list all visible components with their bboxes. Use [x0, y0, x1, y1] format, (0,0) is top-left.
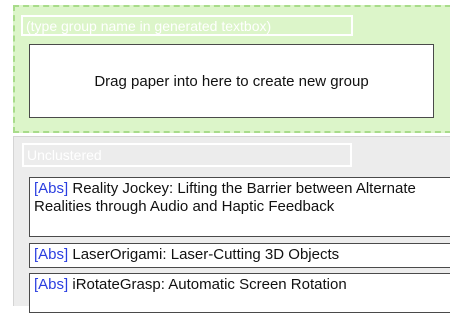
abstract-link[interactable]: [Abs]	[34, 180, 68, 197]
paper-title: Reality Jockey: Lifting the Barrier betw…	[34, 180, 416, 215]
unclustered-group-panel: [Abs] Reality Jockey: Lifting the Barrie…	[13, 136, 450, 313]
paper-card[interactable]: [Abs] iRotateGrasp: Automatic Screen Rot…	[29, 273, 450, 313]
new-group-drop-target[interactable]: Drag paper into here to create new group	[29, 44, 434, 118]
paper-title: iRotateGrasp: Automatic Screen Rotation	[72, 276, 347, 293]
abstract-link[interactable]: [Abs]	[34, 246, 68, 263]
new-group-dropzone-panel[interactable]: Drag paper into here to create new group	[13, 5, 450, 133]
paper-card[interactable]: [Abs] LaserOrigami: Laser-Cutting 3D Obj…	[29, 243, 450, 268]
abstract-link[interactable]: [Abs]	[34, 276, 68, 293]
group-name-input[interactable]	[21, 15, 353, 36]
drop-hint-text: Drag paper into here to create new group	[94, 72, 369, 90]
paper-card[interactable]: [Abs] Reality Jockey: Lifting the Barrie…	[29, 177, 450, 237]
unclustered-name-input[interactable]	[22, 143, 352, 167]
paper-title: LaserOrigami: Laser-Cutting 3D Objects	[72, 246, 340, 263]
